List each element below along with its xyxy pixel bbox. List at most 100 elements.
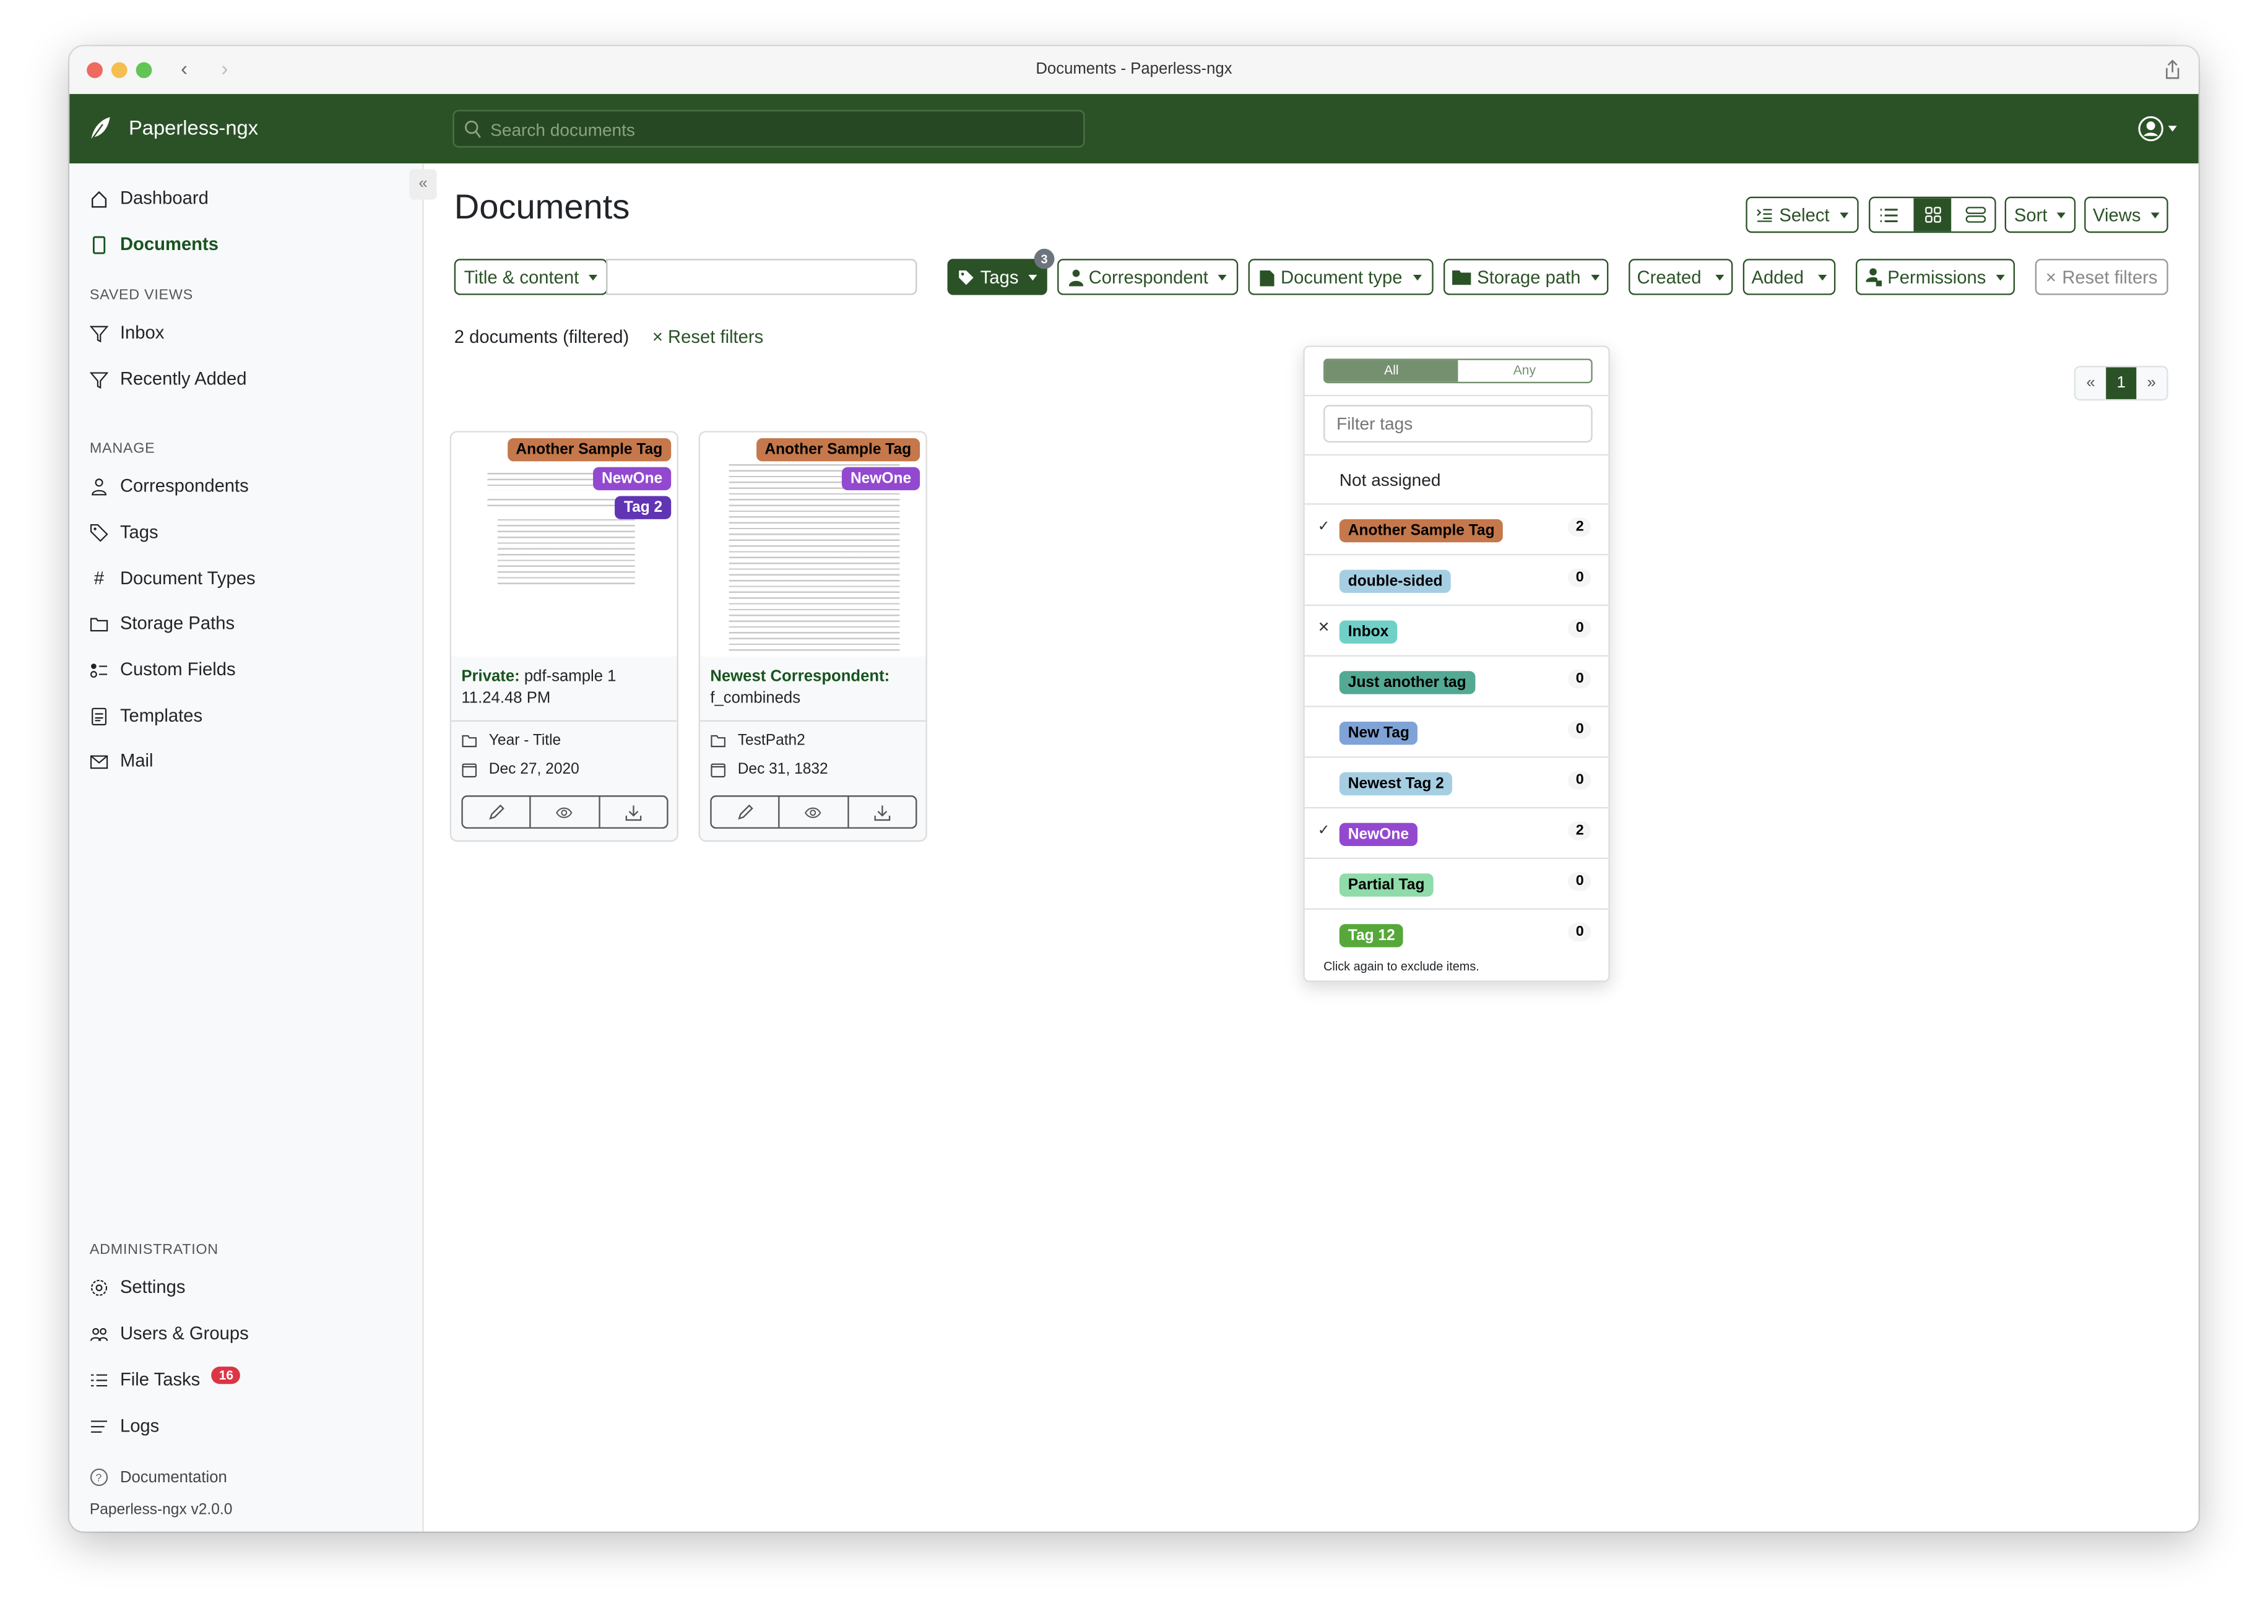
tag-badge: NewOne — [1339, 823, 1418, 846]
download-button[interactable] — [600, 797, 667, 827]
reset-filters-link[interactable]: × Reset filters — [652, 327, 763, 347]
card-storage-path: TestPath2 — [710, 732, 805, 749]
eye-icon — [556, 806, 573, 818]
search-icon — [465, 120, 481, 138]
tag-document-count: 2 — [1569, 517, 1591, 537]
pagination-page-1[interactable]: 1 — [2106, 367, 2137, 399]
view-large-cards-button[interactable] — [1957, 198, 1995, 231]
pagination-prev[interactable]: « — [2075, 368, 2106, 399]
tag-badge: Another Sample Tag — [1339, 519, 1504, 543]
logic-toggle: All Any — [1323, 358, 1593, 384]
sidebar-item-templates[interactable]: Templates — [90, 706, 202, 726]
sort-button[interactable]: Sort — [2004, 196, 2076, 233]
sidebar-item-document-types[interactable]: # Document Types — [90, 568, 256, 589]
document-card[interactable]: Another Sample Tag NewOne Tag 2 Private:… — [449, 431, 678, 842]
brand-name[interactable]: Paperless-ngx — [129, 116, 258, 139]
card-title: Private: pdf-sample 1 11.24.48 PM — [461, 668, 617, 707]
text-left-icon — [91, 1420, 108, 1432]
tag-badge[interactable]: Another Sample Tag — [507, 438, 672, 462]
manage-heading: MANAGE — [89, 441, 155, 457]
storage-path-filter-button[interactable]: Storage path — [1443, 259, 1609, 295]
download-button[interactable] — [849, 797, 915, 827]
download-icon — [874, 805, 890, 820]
view-details-button[interactable] — [1870, 198, 1908, 231]
file-text-icon — [92, 707, 106, 725]
tag-badge[interactable]: NewOne — [593, 467, 672, 491]
leaf-icon — [90, 117, 110, 141]
reset-filters-button[interactable]: × Reset filters — [2035, 259, 2168, 295]
search-input[interactable]: Search documents — [452, 110, 1085, 148]
sidebar-item-settings[interactable]: Settings — [90, 1277, 185, 1297]
check-icon: ✓ — [1317, 519, 1330, 535]
created-filter-button[interactable]: Created — [1629, 259, 1733, 295]
not-assigned-item[interactable]: Not assigned — [1340, 470, 1441, 490]
version-label: Paperless-ngx v2.0.0 — [89, 1501, 233, 1519]
card-title: Newest Correspondent: f_combineds — [710, 668, 890, 707]
logic-any-button[interactable]: Any — [1458, 360, 1591, 382]
person-icon — [92, 478, 107, 495]
logic-all-button[interactable]: All — [1325, 360, 1458, 382]
sidebar-item-storage-paths[interactable]: Storage Paths — [90, 613, 235, 633]
tags-count-badge: 3 — [1034, 248, 1055, 269]
view-small-cards-button[interactable] — [1913, 198, 1952, 231]
documentation-link[interactable]: ? Documentation — [90, 1468, 227, 1487]
tag-filter-item[interactable]: Partial Tag 0 — [1304, 857, 1609, 909]
sidebar-item-mail[interactable]: Mail — [90, 751, 154, 771]
tag-filter-item[interactable]: ✕ Inbox 0 — [1304, 604, 1609, 655]
tag-filter-item[interactable]: Just another tag 0 — [1304, 655, 1609, 706]
sidebar-item-correspondents[interactable]: Correspondents — [90, 476, 249, 496]
text-filter-input[interactable] — [606, 259, 917, 295]
tags-icon — [90, 523, 108, 542]
administration-heading: ADMINISTRATION — [89, 1242, 219, 1258]
tag-badge: Newest Tag 2 — [1339, 772, 1453, 796]
added-filter-button[interactable]: Added — [1742, 259, 1836, 295]
dropdown-hint: Click again to exclude items. — [1323, 959, 1479, 974]
correspondent-filter-button[interactable]: Correspondent — [1057, 259, 1239, 295]
tag-filter-item[interactable]: ✓ Another Sample Tag 2 — [1304, 503, 1609, 554]
permissions-filter-button[interactable]: Permissions — [1855, 259, 2015, 295]
edit-button[interactable] — [712, 797, 781, 827]
tags-dropdown-menu: All Any Not assigned ✓ Another Sample Tag… — [1303, 345, 1610, 982]
share-icon[interactable] — [2164, 59, 2181, 80]
sidebar-item-dashboard[interactable]: Dashboard — [90, 188, 209, 208]
file-fill-icon — [1260, 269, 1275, 286]
tags-filter-button[interactable]: Tags — [947, 259, 1047, 295]
edit-button[interactable] — [463, 797, 532, 827]
document-type-filter-button[interactable]: Document type — [1248, 259, 1434, 295]
views-button[interactable]: Views — [2084, 196, 2168, 233]
sidebar-item-recently-added[interactable]: Recently Added — [89, 369, 247, 389]
tag-document-count: 0 — [1569, 568, 1591, 587]
tag-filter-item[interactable]: New Tag 0 — [1304, 706, 1609, 756]
sidebar-item-users-groups[interactable]: Users & Groups — [90, 1323, 249, 1344]
sidebar-item-logs[interactable]: Logs — [90, 1416, 159, 1436]
tag-filter-item[interactable]: double-sided 0 — [1304, 553, 1609, 605]
grid-icon — [1924, 207, 1941, 223]
svg-text:?: ? — [96, 1471, 102, 1484]
ui-radios-icon — [90, 663, 108, 677]
folder-icon — [711, 734, 725, 747]
tag-badge[interactable]: NewOne — [841, 467, 920, 491]
user-menu-button[interactable] — [2138, 116, 2177, 142]
document-card[interactable]: Another Sample Tag NewOne Newest Corresp… — [698, 431, 927, 842]
filter-tags-input[interactable] — [1323, 405, 1593, 443]
preview-button[interactable] — [780, 797, 849, 827]
select-button[interactable]: Select — [1746, 196, 1859, 233]
tag-badge[interactable]: Tag 2 — [615, 496, 672, 519]
text-filter-mode-button[interactable]: Title & content — [454, 259, 608, 295]
download-icon — [625, 805, 641, 820]
tag-filter-item[interactable]: Newest Tag 2 0 — [1304, 756, 1609, 807]
hash-icon: # — [93, 568, 105, 589]
sidebar-item-file-tasks[interactable]: File Tasks 16 — [90, 1367, 241, 1390]
sidebar-item-inbox[interactable]: Inbox — [89, 322, 164, 343]
sidebar-item-tags[interactable]: Tags — [90, 522, 158, 542]
tag-filter-item[interactable]: ✓ NewOne 2 — [1304, 806, 1609, 858]
preview-button[interactable] — [531, 797, 600, 827]
card-tags: Another Sample Tag NewOne Tag 2 — [507, 438, 672, 519]
calendar-icon — [462, 762, 477, 777]
pagination-next[interactable]: » — [2136, 368, 2166, 399]
tag-filter-item[interactable]: Tag 12 0 — [1304, 908, 1609, 959]
sidebar-item-documents[interactable]: Documents — [90, 235, 219, 254]
tag-badge[interactable]: Another Sample Tag — [756, 438, 920, 462]
card-tags: Another Sample Tag NewOne — [756, 438, 920, 491]
sidebar-item-custom-fields[interactable]: Custom Fields — [90, 660, 236, 680]
